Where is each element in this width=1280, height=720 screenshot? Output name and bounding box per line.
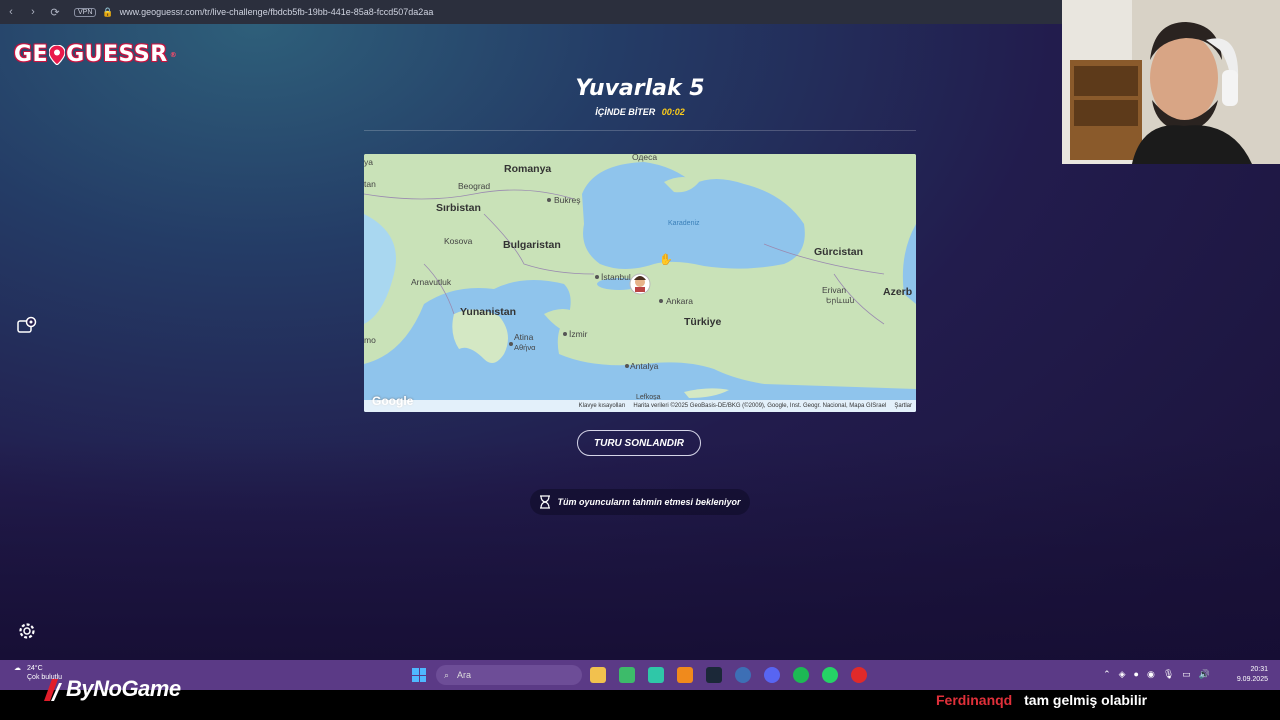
spotify-icon[interactable] — [793, 667, 809, 683]
xbox-icon[interactable] — [619, 667, 635, 683]
chat-message: Ferdinanqd tam gelmiş olabilir — [936, 692, 1147, 708]
network-icon[interactable]: ◈ — [1119, 669, 1126, 680]
grab-cursor-icon: ✋ — [659, 253, 673, 266]
time: 20:31 — [1250, 666, 1268, 673]
temperature: 24°C — [27, 665, 43, 672]
map-label-odesa: Одеса — [632, 154, 657, 162]
registered-mark: ® — [169, 50, 178, 59]
taskbar-search[interactable]: ⌕ Ara — [436, 665, 582, 685]
map-label-karadeniz: Karadeniz — [668, 220, 700, 227]
map-data-credit: Harita verileri ©2025 GeoBasis-DE/BKG (©… — [633, 403, 887, 409]
forward-icon[interactable]: › — [22, 6, 44, 18]
map-label-arnavutluk: Arnavutluk — [411, 277, 452, 287]
browser-icon[interactable] — [735, 667, 751, 683]
geoguessr-logo[interactable]: GE GUESSR ® — [14, 42, 177, 67]
logo-text-start: GE — [14, 42, 49, 67]
pinned-apps — [590, 667, 867, 683]
timer-value: 00:02 — [661, 107, 685, 117]
logo-text-end: GUESSR — [66, 42, 168, 67]
chat-text: tam gelmiş olabilir — [1024, 692, 1148, 708]
end-round-button[interactable]: TURU SONLANDIR — [577, 430, 701, 456]
map-label-antalya: Antalya — [630, 361, 659, 371]
map-label-ya: ya — [364, 157, 373, 167]
map-canvas[interactable]: Romanya Sırbistan Bulgaristan Gürcistan … — [364, 154, 916, 412]
map-label-turkiye: Türkiye — [684, 316, 722, 328]
search-placeholder: Ara — [457, 670, 472, 680]
settings-gear-icon[interactable] — [16, 620, 38, 642]
taskbar-clock[interactable]: 20:31 9.09.2025 — [1237, 665, 1268, 685]
cloud-icon: ☁ — [14, 665, 21, 672]
map-chat-icon[interactable] — [16, 315, 38, 337]
player-avatar-marker[interactable] — [629, 273, 651, 295]
chevron-up-icon[interactable]: ⌃ — [1103, 669, 1111, 680]
brand-text: ByNoGame — [66, 676, 181, 701]
whatsapp-icon[interactable] — [822, 667, 838, 683]
map-label-erivan-native: Երևան — [826, 296, 855, 305]
guess-map[interactable]: Romanya Sırbistan Bulgaristan Gürcistan … — [364, 154, 916, 412]
spotify-tray-icon[interactable]: ◉ — [1147, 669, 1155, 680]
map-label-mo: mo — [364, 335, 376, 345]
address-bar[interactable]: www.geoguessr.com/tr/live-challenge/fbdc… — [120, 7, 434, 17]
browser-toolbar: ‹ › ⟳ VPN 🔒 www.geoguessr.com/tr/live-ch… — [0, 0, 1062, 24]
lock-icon[interactable]: 🔒 — [102, 7, 113, 18]
map-pin-icon — [49, 44, 66, 65]
bynogame-logo-icon — [44, 679, 62, 701]
divider — [364, 130, 916, 131]
chat-username: Ferdinanqd — [936, 692, 1013, 708]
map-attribution: Klavye kısayolları Harita verileri ©2025… — [364, 400, 916, 412]
map-label-kosova: Kosova — [444, 236, 473, 246]
keyboard-shortcuts-link[interactable]: Klavye kısayolları — [579, 403, 626, 409]
app-icon[interactable] — [648, 667, 664, 683]
map-label-istanbul: İstanbul — [601, 272, 631, 282]
waiting-status: Tüm oyuncuların tahmin etmesi bekleniyor — [530, 489, 750, 515]
reload-icon[interactable]: ⟳ — [44, 6, 66, 19]
hourglass-icon — [540, 495, 551, 509]
map-label-azerb: Azerb — [883, 286, 912, 298]
vpn-badge[interactable]: VPN — [74, 7, 97, 17]
file-explorer-icon[interactable] — [590, 667, 606, 683]
map-label-sirbistan: Sırbistan — [436, 202, 481, 214]
map-label-beograd: Beograd — [458, 181, 490, 191]
windows-start-icon[interactable] — [412, 668, 426, 682]
map-label-bulgaristan: Bulgaristan — [503, 239, 561, 251]
microphone-icon[interactable]: 🎙 — [1163, 669, 1174, 680]
terms-link[interactable]: Şartlar — [894, 403, 912, 409]
steam-icon[interactable] — [706, 667, 722, 683]
steam-tray-icon[interactable]: ● — [1134, 669, 1139, 680]
map-label-romanya: Romanya — [504, 163, 551, 175]
map-label-atina: Atina — [514, 332, 534, 342]
map-label-ankara: Ankara — [666, 296, 693, 306]
map-label-izmir: İzmir — [569, 329, 588, 339]
webcam-overlay — [1062, 0, 1280, 164]
waiting-text: Tüm oyuncuların tahmin etmesi bekleniyor — [557, 497, 741, 507]
back-icon[interactable]: ‹ — [0, 6, 22, 18]
volume-icon[interactable]: 🔊 — [1199, 669, 1210, 680]
opera-icon[interactable] — [851, 667, 867, 683]
map-label-yunanistan: Yunanistan — [460, 306, 516, 318]
map-label-erivan: Erivan — [822, 285, 846, 295]
date: 9.09.2025 — [1236, 676, 1268, 683]
map-label-bukres: Bukreş — [554, 195, 580, 205]
brand-watermark: ByNoGame — [40, 676, 181, 702]
ends-label: İÇİNDE BİTER — [595, 107, 656, 117]
map-label-gurcistan: Gürcistan — [814, 246, 863, 258]
display-icon[interactable]: ▭ — [1182, 669, 1191, 680]
map-label-atina-native: Αθήνα — [514, 343, 536, 352]
system-tray: ⌃ ◈ ● ◉ 🎙 ▭ 🔊 — [1103, 669, 1210, 680]
search-icon: ⌕ — [444, 669, 450, 680]
windows-taskbar: ☁ 24°C Çok bulutlu ⌕ Ara ⌃ ◈ ● ◉ 🎙 ▭ 🔊 2… — [0, 660, 1280, 690]
vlc-icon[interactable] — [677, 667, 693, 683]
discord-icon[interactable] — [764, 667, 780, 683]
map-label-tan: tan — [364, 179, 376, 189]
